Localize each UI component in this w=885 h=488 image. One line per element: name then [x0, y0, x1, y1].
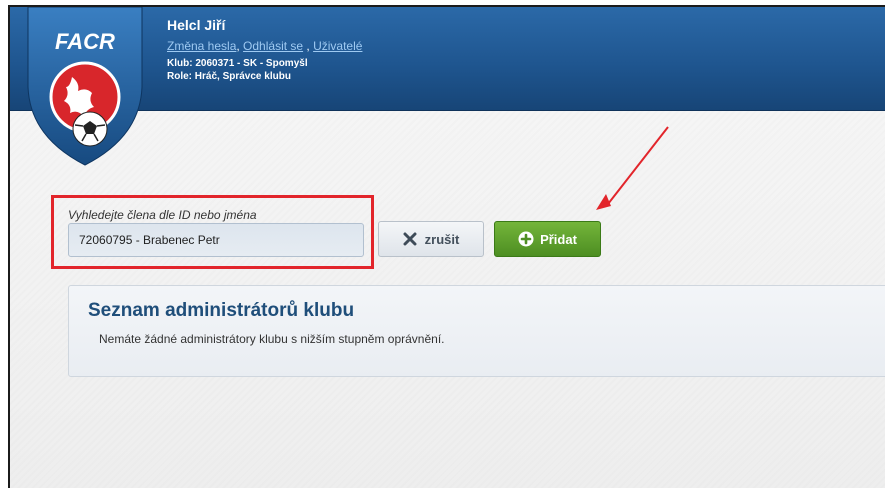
cancel-button[interactable]: zrušit: [378, 221, 484, 257]
user-links: Změna hesla, Odhlásit se , Uživatelé: [167, 39, 362, 53]
club-info: Klub: 2060371 - SK - Spomyšl: [167, 58, 308, 69]
cancel-button-label: zrušit: [424, 231, 460, 247]
add-button-label: Přidat: [540, 231, 577, 247]
plus-circle-icon: [518, 231, 534, 247]
app-frame: Helcl Jiří Změna hesla, Odhlásit se , Už…: [8, 5, 885, 488]
link-separator: ,: [303, 39, 314, 53]
club-admins-panel: Seznam administrátorů klubu Nemáte žádné…: [68, 285, 885, 377]
facr-logo-icon: FACR: [27, 7, 143, 166]
username: Helcl Jiří: [167, 17, 226, 33]
close-x-icon: [403, 232, 417, 246]
user-info: Helcl Jiří Změna hesla, Odhlásit se , Už…: [167, 17, 362, 83]
users-link[interactable]: Uživatelé: [313, 39, 362, 53]
annotation-highlight-box: [51, 195, 374, 269]
panel-title: Seznam administrátorů klubu: [88, 300, 355, 321]
add-button[interactable]: Přidat: [494, 221, 601, 257]
logo-text: FACR: [55, 29, 115, 54]
change-password-link[interactable]: Změna hesla: [167, 39, 236, 53]
role-info: Role: Hráč, Správce klubu: [167, 71, 291, 82]
logout-link[interactable]: Odhlásit se: [243, 39, 303, 53]
panel-empty-message: Nemáte žádné administrátory klubu s nižš…: [99, 332, 445, 346]
